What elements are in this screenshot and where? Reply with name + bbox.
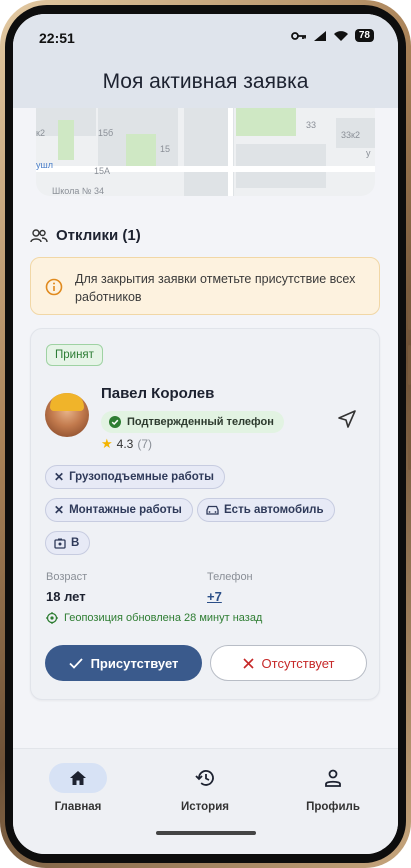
phone-link[interactable]: +7: [207, 589, 222, 604]
tools-icon: ✕: [54, 470, 65, 484]
skill-chip: ✕ Грузоподъемные работы: [45, 465, 225, 489]
map-road: [228, 108, 233, 196]
map-label: 15б: [98, 128, 114, 138]
status-time: 22:51: [39, 30, 75, 46]
car-icon: [206, 505, 219, 515]
check-icon: [68, 657, 83, 669]
geo-text: Геопозиция обновлена 28 минут назад: [64, 612, 263, 624]
wifi-icon: [333, 30, 348, 41]
map-label: 33к2: [341, 130, 360, 140]
nav-home[interactable]: Главная: [23, 763, 133, 813]
verified-label: Подтвержденный телефон: [127, 416, 274, 428]
phone-label: Телефон: [207, 571, 253, 583]
signal-icon: [313, 30, 326, 41]
nav-icon-container: [176, 763, 234, 793]
skill-label: Грузоподъемные работы: [69, 471, 214, 483]
alert-text: Для закрытия заявки отметьте присутствие…: [75, 272, 356, 304]
rating-value: 4.3: [116, 437, 134, 451]
nav-label: Профиль: [306, 801, 360, 813]
tools-icon: ✕: [54, 503, 65, 517]
age-value: 18 лет: [46, 589, 86, 604]
worker-card: Принят Павел Королев Подтвержденный теле…: [30, 328, 380, 700]
profile-icon: [325, 769, 341, 787]
map-road: [36, 166, 375, 172]
map-label: 33: [306, 120, 317, 130]
absent-button[interactable]: Отсутствует: [210, 645, 367, 681]
nav-history[interactable]: История: [150, 763, 260, 813]
skill-label: Есть автомобиль: [224, 504, 324, 516]
map-preview[interactable]: к2 15б 15 15А ушл Школа № 34 33 33к2 у: [36, 108, 375, 196]
skill-chip: Есть автомобиль: [197, 498, 335, 522]
star-icon: ★: [101, 436, 113, 451]
map-label: ушл: [36, 160, 53, 170]
app-header: 22:51 78 Моя активная заявка: [13, 14, 398, 108]
hard-hat: [50, 393, 84, 411]
home-icon: [70, 771, 86, 785]
responses-title: Отклики (1): [56, 227, 141, 244]
verified-phone-badge: Подтвержденный телефон: [101, 411, 284, 433]
nav-profile[interactable]: Профиль: [278, 763, 388, 813]
history-icon: [195, 770, 214, 786]
license-icon: [54, 538, 66, 549]
users-icon: [30, 228, 48, 242]
close-icon: [242, 657, 254, 669]
nav-icon-container: [49, 763, 107, 793]
warning-alert: Для закрытия заявки отметьте присутствие…: [30, 257, 380, 315]
worker-name: Павел Королев: [101, 385, 215, 402]
rating-count: (7): [137, 437, 153, 451]
responses-header: Отклики (1): [30, 227, 141, 244]
nav-icon-container: [304, 763, 362, 793]
age-label: Возраст: [46, 571, 88, 583]
map-block: [184, 108, 234, 196]
map-label: к2: [36, 128, 45, 138]
location-icon: [46, 612, 58, 624]
status-badge: Принят: [46, 344, 103, 366]
phone-frame: 22:51 78 Моя активная заявка к2 15б 15 1: [0, 0, 411, 868]
avatar: [45, 393, 89, 437]
info-icon: [45, 278, 63, 296]
skill-label: В: [71, 537, 80, 549]
rating: ★ 4.3 (7): [101, 436, 152, 452]
skill-label: Монтажные работы: [69, 504, 182, 516]
screen: 22:51 78 Моя активная заявка к2 15б 15 1: [13, 14, 398, 854]
map-label: 15А: [94, 166, 111, 176]
navigation-icon[interactable]: [337, 409, 357, 429]
map-label: у: [366, 148, 371, 158]
key-icon: [290, 31, 306, 40]
home-indicator: [156, 831, 256, 835]
bottom-nav: Главная История Профиль: [13, 748, 398, 854]
present-label: Присутствует: [90, 655, 179, 671]
check-badge-icon: [109, 416, 121, 428]
skill-chip: В: [45, 531, 91, 555]
battery-indicator: 78: [354, 29, 374, 42]
nav-label: Главная: [54, 801, 102, 813]
map-park: [126, 134, 156, 168]
map-park: [236, 108, 296, 136]
skill-chip: ✕ Монтажные работы: [45, 498, 193, 522]
nav-label: История: [181, 801, 229, 813]
geo-status: Геопозиция обновлена 28 минут назад: [46, 612, 262, 624]
page-title: Моя активная заявка: [102, 70, 309, 93]
map-label: Школа № 34: [52, 186, 105, 196]
absent-label: Отсутствует: [261, 655, 335, 671]
map-park: [58, 120, 74, 160]
map-label: 15: [160, 144, 171, 154]
present-button[interactable]: Присутствует: [45, 645, 202, 681]
status-icons: 78: [290, 29, 374, 42]
